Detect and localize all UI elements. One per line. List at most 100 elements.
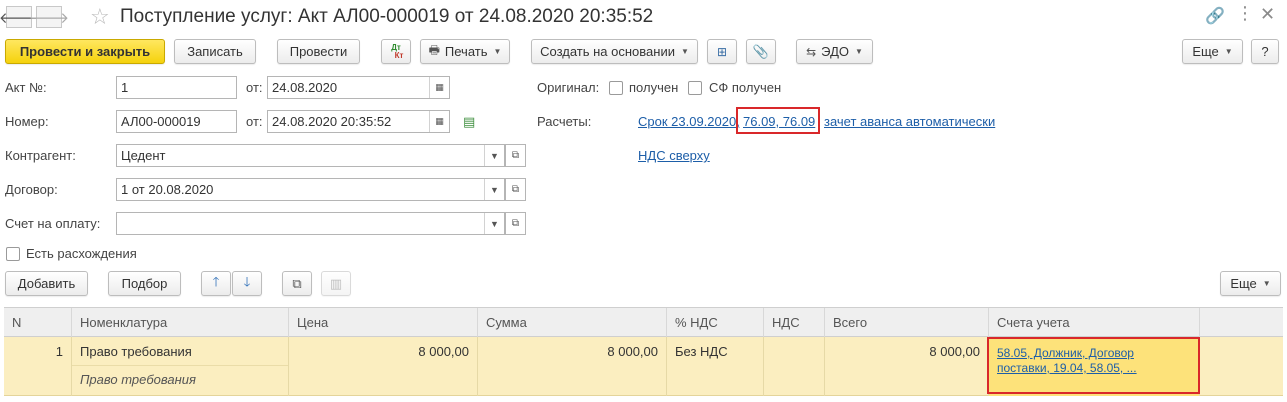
dt-kt-button[interactable]: Дт Кт (381, 39, 411, 64)
original-received-label: получен (629, 80, 679, 95)
print-button[interactable]: 🖶 Печать ▼ (420, 39, 510, 64)
sf-received-label: СФ получен (709, 80, 782, 95)
printer-icon: 🖶 (428, 43, 440, 57)
page-title: Поступление услуг: Акт АЛ00-000019 от 24… (120, 6, 654, 27)
edo-icon: ⇆ (806, 44, 817, 59)
more-label: Еще (1192, 44, 1219, 59)
act-date-value: 24.08.2020 (272, 80, 338, 95)
chevron-down-icon: ▼ (680, 47, 689, 56)
chevron-down-icon[interactable]: ▼ (484, 213, 504, 234)
chevron-down-icon[interactable]: ▼ (484, 179, 504, 200)
act-no-label: Акт №: (5, 80, 47, 95)
favorite-star-icon[interactable]: ☆ (90, 4, 110, 30)
create-based-label: Создать на основании (540, 44, 675, 59)
cell-empty (1199, 337, 1283, 396)
column-header-sum[interactable]: Сумма (477, 308, 666, 337)
menu-dots-icon[interactable]: ⋮ (1236, 3, 1254, 24)
contract-label: Договор: (5, 182, 58, 197)
edo-label: ЭДО (821, 44, 849, 59)
number-date-value: 24.08.2020 20:35:52 (272, 114, 392, 129)
chevron-down-icon: ▼ (854, 47, 863, 56)
vat-on-top-link[interactable]: НДС сверху (638, 148, 710, 163)
cell-vat-rate[interactable]: Без НДС (666, 337, 763, 396)
invoice-input[interactable]: ▼ (116, 212, 505, 235)
column-header-price[interactable]: Цена (288, 308, 477, 337)
number-date-input[interactable]: 24.08.2020 20:35:52 ▦ (267, 110, 450, 133)
arrow-up-icon: 🡑 (212, 273, 220, 289)
number-input[interactable]: АЛ00-000019 (116, 110, 237, 133)
counterparty-value: Цедент (121, 148, 166, 163)
copy-row-button[interactable]: ⧉ (282, 271, 312, 296)
post-button[interactable]: Провести (277, 39, 360, 64)
move-up-button[interactable]: 🡑 (201, 271, 231, 296)
act-no-input[interactable]: 1 (116, 76, 237, 99)
move-down-button[interactable]: 🡓 (232, 271, 262, 296)
print-label: Печать (444, 44, 488, 59)
original-received-checkbox[interactable] (609, 81, 623, 95)
more-button[interactable]: Еще ▼ (1182, 39, 1243, 64)
column-header-total[interactable]: Всего (824, 308, 988, 337)
original-label: Оригинал: (537, 80, 600, 95)
paste-row-button[interactable]: ▥ (321, 271, 351, 296)
chevron-down-icon[interactable]: ▼ (484, 145, 504, 166)
chevron-down-icon: ▼ (1224, 47, 1233, 56)
kt-label: Кт (394, 50, 404, 60)
help-button[interactable]: ? (1251, 39, 1279, 64)
attach-files-button[interactable]: 📎 (746, 39, 776, 64)
copy-icon: ⧉ (292, 275, 302, 291)
cell-n[interactable]: 1 (4, 337, 71, 396)
calendar-icon[interactable]: ▦ (429, 111, 449, 132)
sf-received-checkbox[interactable] (688, 81, 702, 95)
advance-offset-link[interactable]: зачет аванса автоматически (824, 114, 995, 129)
link-icon[interactable]: 🔗 (1205, 6, 1225, 26)
act-date-label: от: (246, 80, 263, 95)
cell-vat[interactable] (763, 337, 824, 396)
column-header-n[interactable]: N (4, 308, 71, 337)
close-icon[interactable]: ✕ (1260, 4, 1275, 25)
open-contract-icon[interactable]: ⧉ (505, 178, 526, 201)
arrow-down-icon: 🡓 (243, 273, 251, 289)
column-header-vat-rate[interactable]: % НДС (666, 308, 763, 337)
forward-button[interactable]: 🡒 (29, 6, 69, 28)
cell-item-name: Право требования (72, 337, 288, 366)
pick-button[interactable]: Подбор (108, 271, 181, 296)
number-label: Номер: (5, 114, 49, 129)
contract-input[interactable]: 1 от 20.08.2020 ▼ (116, 178, 505, 201)
counterparty-label: Контрагент: (5, 148, 76, 163)
cell-total[interactable]: 8 000,00 (824, 337, 988, 396)
paste-icon: ▥ (329, 275, 343, 291)
arrow-right-icon: 🡒 (28, 9, 70, 27)
counterparty-input[interactable]: Цедент ▼ (116, 144, 505, 167)
post-and-close-button[interactable]: Провести и закрыть (5, 39, 165, 64)
hierarchy-icon: ⊞ (716, 44, 728, 59)
discrepancy-checkbox[interactable] (6, 247, 20, 261)
number-date-label: от: (246, 114, 263, 129)
open-counterparty-icon[interactable]: ⧉ (505, 144, 526, 167)
create-based-on-button[interactable]: Создать на основании ▼ (531, 39, 698, 64)
open-invoice-icon[interactable]: ⧉ (505, 212, 526, 235)
calendar-icon[interactable]: ▦ (429, 77, 449, 98)
column-header-item[interactable]: Номенклатура (71, 308, 288, 337)
add-row-button[interactable]: Добавить (5, 271, 88, 296)
settlements-label: Расчеты: (537, 114, 592, 129)
document-status-icon[interactable]: ▤ (463, 114, 475, 130)
save-button[interactable]: Записать (174, 39, 256, 64)
structure-button[interactable]: ⊞ (707, 39, 737, 64)
table-more-button[interactable]: Еще ▼ (1220, 271, 1281, 296)
settlements-term-link[interactable]: Срок 23.09.2020, (638, 114, 740, 129)
cell-price[interactable]: 8 000,00 (288, 337, 477, 396)
edo-button[interactable]: ⇆ ЭДО ▼ (796, 39, 873, 64)
column-header-accounts[interactable]: Счета учета (988, 308, 1199, 337)
table-more-label: Еще (1230, 276, 1257, 291)
cell-sum[interactable]: 8 000,00 (477, 337, 666, 396)
cell-item[interactable]: Право требования Право требования (71, 337, 288, 396)
cell-item-content: Право требования (80, 372, 196, 387)
invoice-label: Счет на оплату: (5, 216, 101, 231)
chevron-down-icon: ▼ (1262, 279, 1271, 288)
column-header-empty (1199, 308, 1283, 337)
act-date-input[interactable]: 24.08.2020 ▦ (267, 76, 450, 99)
table-header: N Номенклатура Цена Сумма % НДС НДС Всег… (4, 307, 1283, 337)
column-header-vat[interactable]: НДС (763, 308, 824, 337)
chevron-down-icon: ▼ (493, 47, 502, 56)
paperclip-icon: 📎 (752, 43, 770, 59)
